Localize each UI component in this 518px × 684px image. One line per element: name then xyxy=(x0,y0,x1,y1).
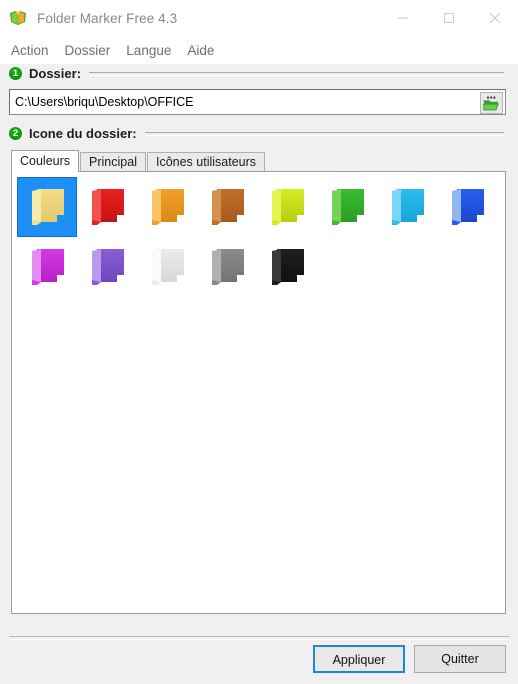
folder-color-grid xyxy=(17,177,500,297)
tab-couleurs[interactable]: Couleurs xyxy=(11,150,80,172)
menu-item-action[interactable]: Action xyxy=(3,41,57,60)
window-title: Folder Marker Free 4.3 xyxy=(37,10,178,26)
folder-swatch-blue[interactable] xyxy=(437,177,497,237)
main-content: 1 Dossier: 2 Icone du dossier: xyxy=(0,64,518,684)
icon-tab-region: Couleurs Principal Icônes utilisateurs xyxy=(0,150,518,620)
folder-swatch-gray[interactable] xyxy=(197,237,257,297)
browse-folder-button[interactable] xyxy=(480,92,503,114)
close-icon[interactable] xyxy=(472,0,518,36)
step-1-header: 1 Dossier: xyxy=(9,66,506,81)
window-controls xyxy=(380,0,518,36)
folder-icon xyxy=(452,189,484,225)
menu-bar: Action Dossier Langue Aide xyxy=(0,36,518,64)
maximize-icon[interactable] xyxy=(426,0,472,36)
folder-icon xyxy=(32,249,64,285)
minimize-icon[interactable] xyxy=(380,0,426,36)
title-bar: Folder Marker Free 4.3 xyxy=(0,0,518,36)
menu-item-aide[interactable]: Aide xyxy=(179,41,222,60)
folder-marker-window: Folder Marker Free 4.3 Action Dossier La… xyxy=(0,0,518,684)
folder-swatch-white[interactable] xyxy=(137,237,197,297)
folder-icon xyxy=(92,189,124,225)
folder-swatch-red[interactable] xyxy=(77,177,137,237)
folder-swatch-light-blue[interactable] xyxy=(377,177,437,237)
folder-icon xyxy=(152,189,184,225)
folder-swatch-orange[interactable] xyxy=(137,177,197,237)
folder-path-input[interactable] xyxy=(9,89,506,115)
folder-icon xyxy=(212,189,244,225)
folder-swatch-brown[interactable] xyxy=(197,177,257,237)
tab-icones-utilisateurs[interactable]: Icônes utilisateurs xyxy=(146,152,266,172)
folder-icon xyxy=(272,189,304,225)
icon-tabs: Couleurs Principal Icônes utilisateurs xyxy=(11,150,266,172)
step-2-label: Icone du dossier: xyxy=(29,126,137,141)
step-1-label: Dossier: xyxy=(29,66,82,81)
folder-icon xyxy=(212,249,244,285)
menu-item-dossier[interactable]: Dossier xyxy=(57,41,119,60)
folder-icon xyxy=(272,249,304,285)
step-2-badge: 2 xyxy=(9,127,22,140)
folder-swatch-magenta[interactable] xyxy=(17,237,77,297)
menu-item-langue[interactable]: Langue xyxy=(118,41,179,60)
step-2-divider xyxy=(144,131,504,136)
folder-icon xyxy=(92,249,124,285)
folder-swatch-yellow[interactable] xyxy=(17,177,77,237)
apply-button[interactable]: Appliquer xyxy=(313,645,405,673)
folder-swatch-purple[interactable] xyxy=(77,237,137,297)
folder-swatch-lime[interactable] xyxy=(257,177,317,237)
folder-swatch-green[interactable] xyxy=(317,177,377,237)
folder-icon xyxy=(332,189,364,225)
folder-path-row xyxy=(9,89,506,115)
quit-button[interactable]: Quitter xyxy=(414,645,506,673)
folder-icon xyxy=(392,189,424,225)
step-2-header: 2 Icone du dossier: xyxy=(9,126,506,141)
folder-icon xyxy=(32,189,64,225)
app-logo-icon xyxy=(9,10,27,26)
footer-divider xyxy=(9,636,509,640)
icon-gallery-panel xyxy=(11,171,506,614)
folder-swatch-black[interactable] xyxy=(257,237,317,297)
step-1-divider xyxy=(89,71,504,76)
step-1-badge: 1 xyxy=(9,67,22,80)
folder-icon xyxy=(152,249,184,285)
tab-principal[interactable]: Principal xyxy=(80,152,146,172)
